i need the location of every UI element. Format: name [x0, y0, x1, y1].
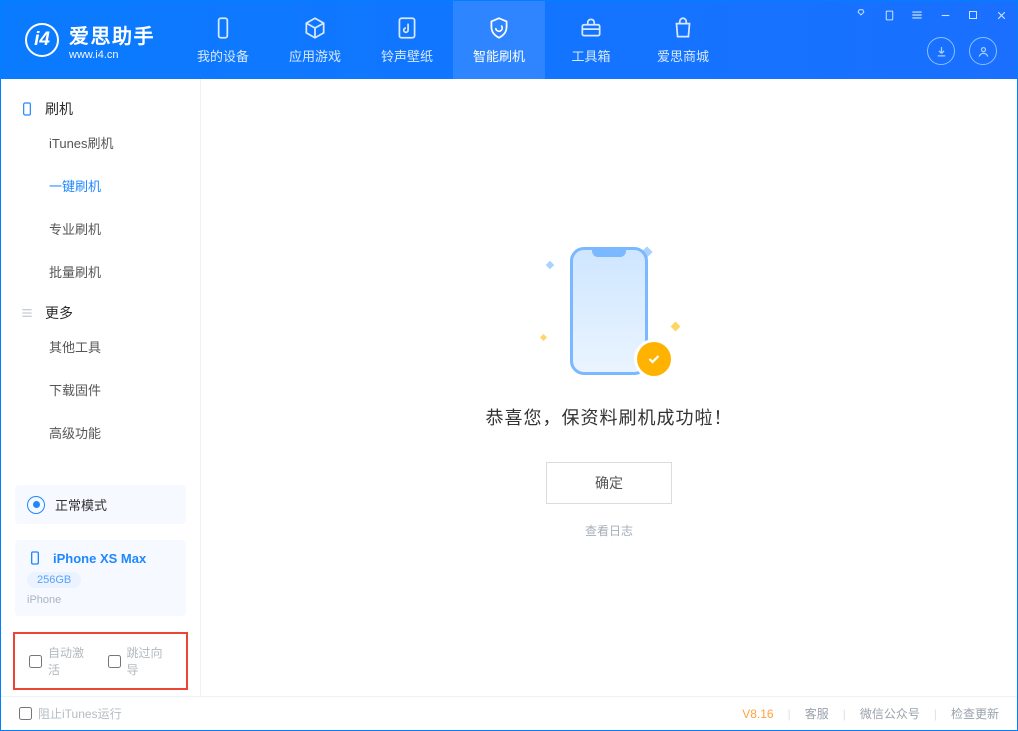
sidebar-item-itunes-flash[interactable]: iTunes刷机 — [1, 121, 200, 164]
tab-my-device[interactable]: 我的设备 — [177, 1, 269, 79]
nav-tabs: 我的设备 应用游戏 铃声壁纸 智能刷机 工具箱 爱思商城 — [177, 1, 729, 79]
sidebar-item-download-fw[interactable]: 下载固件 — [1, 368, 200, 411]
header-actions — [927, 37, 997, 65]
sidebar: 刷机 iTunes刷机 一键刷机 专业刷机 批量刷机 更多 其他工具 下载固件 … — [1, 79, 201, 696]
version-label: V8.16 — [742, 707, 773, 721]
window-controls — [853, 7, 1009, 23]
tab-apps[interactable]: 应用游戏 — [269, 1, 361, 79]
mode-indicator-icon — [27, 496, 45, 514]
checkbox-auto-activate[interactable]: 自动激活 — [29, 644, 94, 678]
tab-label: 应用游戏 — [289, 46, 341, 65]
logo: i4 爱思助手 www.i4.cn — [1, 20, 177, 61]
group-title: 更多 — [45, 303, 73, 323]
device-storage: 256GB — [27, 572, 81, 588]
body: 刷机 iTunes刷机 一键刷机 专业刷机 批量刷机 更多 其他工具 下载固件 … — [1, 79, 1017, 696]
sidebar-item-other-tools[interactable]: 其他工具 — [1, 325, 200, 368]
sidebar-item-advanced[interactable]: 高级功能 — [1, 411, 200, 454]
mode-label: 正常模式 — [55, 495, 107, 514]
device-name: iPhone XS Max — [53, 551, 146, 566]
tab-toolbox[interactable]: 工具箱 — [545, 1, 637, 79]
view-log-link[interactable]: 查看日志 — [585, 522, 633, 539]
app-window: i4 爱思助手 www.i4.cn 我的设备 应用游戏 铃声壁纸 智能刷机 — [0, 0, 1018, 731]
list-icon — [19, 305, 35, 321]
minimize-icon[interactable] — [937, 7, 953, 23]
sparkle-icon — [546, 261, 554, 269]
toolbox-icon — [578, 15, 604, 41]
sparkle-icon — [671, 322, 681, 332]
success-text: 恭喜您，保资料刷机成功啦！ — [486, 404, 733, 430]
tab-label: 铃声壁纸 — [381, 46, 433, 65]
tab-flash[interactable]: 智能刷机 — [453, 1, 545, 79]
user-icon[interactable] — [969, 37, 997, 65]
phone-icon — [19, 101, 35, 117]
link-support[interactable]: 客服 — [805, 705, 829, 722]
tab-label: 智能刷机 — [473, 46, 525, 65]
theme-icon[interactable] — [853, 7, 869, 23]
device-type: iPhone — [27, 594, 61, 606]
tab-label: 爱思商城 — [657, 46, 709, 65]
sidebar-item-pro-flash[interactable]: 专业刷机 — [1, 207, 200, 250]
bag-icon — [670, 15, 696, 41]
sidebar-item-oneclick-flash[interactable]: 一键刷机 — [1, 164, 200, 207]
main-panel: 恭喜您，保资料刷机成功啦！ 确定 查看日志 — [201, 79, 1017, 696]
mode-card[interactable]: 正常模式 — [15, 485, 186, 524]
sparkle-icon — [540, 334, 547, 341]
app-title: 爱思助手 — [69, 20, 155, 49]
maximize-icon[interactable] — [965, 7, 981, 23]
checkbox-block-itunes[interactable]: 阻止iTunes运行 — [19, 705, 122, 722]
tab-store[interactable]: 爱思商城 — [637, 1, 729, 79]
checkbox-skip-guide[interactable]: 跳过向导 — [108, 644, 173, 678]
ok-button[interactable]: 确定 — [546, 462, 672, 504]
music-file-icon — [394, 15, 420, 41]
tab-label: 工具箱 — [571, 46, 610, 65]
device-icon — [27, 550, 43, 566]
download-icon[interactable] — [927, 37, 955, 65]
logo-icon: i4 — [25, 23, 59, 57]
close-icon[interactable] — [993, 7, 1009, 23]
group-title: 刷机 — [45, 99, 73, 119]
sidebar-group-flash: 刷机 — [1, 89, 200, 121]
cube-icon — [302, 15, 328, 41]
device-icon — [210, 15, 236, 41]
check-badge-icon — [637, 342, 671, 376]
sidebar-group-more: 更多 — [1, 293, 200, 325]
link-update[interactable]: 检查更新 — [951, 705, 999, 722]
flash-options: 自动激活 跳过向导 — [13, 632, 188, 690]
shield-refresh-icon — [486, 15, 512, 41]
tab-ringtones[interactable]: 铃声壁纸 — [361, 1, 453, 79]
pin-icon[interactable] — [881, 7, 897, 23]
link-wechat[interactable]: 微信公众号 — [860, 705, 920, 722]
header: i4 爱思助手 www.i4.cn 我的设备 应用游戏 铃声壁纸 智能刷机 — [1, 1, 1017, 79]
tab-label: 我的设备 — [197, 46, 249, 65]
menu-icon[interactable] — [909, 7, 925, 23]
success-illustration — [529, 236, 689, 386]
footer: 阻止iTunes运行 V8.16 | 客服 | 微信公众号 | 检查更新 — [1, 696, 1017, 730]
sidebar-item-batch-flash[interactable]: 批量刷机 — [1, 250, 200, 293]
app-url: www.i4.cn — [69, 49, 155, 61]
device-card[interactable]: iPhone XS Max 256GB iPhone — [15, 540, 186, 616]
